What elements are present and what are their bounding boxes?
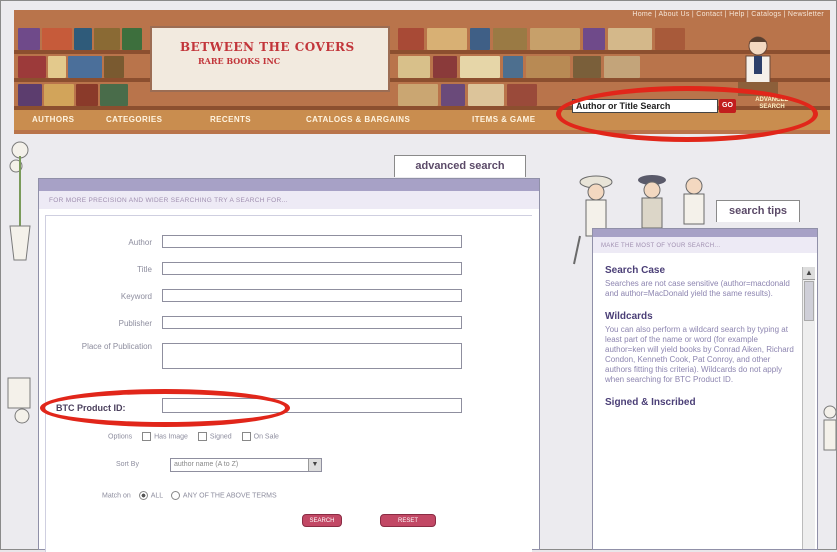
has-image-checkbox[interactable] — [142, 432, 152, 441]
publisher-label: Publisher — [118, 319, 152, 328]
publisher-field[interactable] — [162, 316, 462, 329]
panel-header-bar — [39, 179, 539, 191]
match-label: Match on — [102, 492, 131, 500]
tip-title-signed: Signed & Inscribed — [605, 397, 696, 408]
reading-figure-illustration — [7, 377, 31, 424]
nav-categories[interactable]: CATEGORIES — [106, 115, 162, 124]
options-label: Options — [108, 433, 133, 441]
panel-intro: FOR MORE PRECISION AND WIDER SEARCHING T… — [39, 191, 539, 209]
has-image-label: Has Image — [154, 433, 188, 441]
scroll-up-icon[interactable]: ▲ — [803, 267, 815, 280]
search-button[interactable]: SEARCH — [302, 514, 342, 527]
logo-subtitle: RARE BOOKS INC — [198, 56, 281, 66]
keyword-field[interactable] — [162, 289, 462, 302]
sort-by-label: Sort By — [116, 461, 139, 468]
tip-title-wildcards: Wildcards — [605, 311, 653, 322]
author-field[interactable] — [162, 235, 462, 248]
reset-button[interactable]: RESET — [380, 514, 436, 527]
match-all-radio[interactable] — [138, 491, 148, 500]
tip-text-search-case: Searches are not case sensitive (author=… — [605, 279, 790, 298]
tips-header-bar — [593, 229, 817, 237]
keyword-label: Keyword — [120, 292, 152, 301]
sort-by-select[interactable]: author name (A to Z) ▼ — [170, 458, 322, 472]
logo-title: BETWEEN THE COVERS — [180, 40, 355, 54]
place-of-publication-label: Place of Publication — [81, 342, 152, 351]
highlight-oval-search — [556, 86, 818, 142]
nav-items[interactable]: ITEMS & GAME — [472, 115, 535, 124]
title-field[interactable] — [162, 262, 462, 275]
search-tips-panel: MAKE THE MOST OF YOUR SEARCH... Search C… — [592, 228, 818, 550]
match-row: Match on ALL ANY OF THE ABOVE TERMS — [102, 491, 277, 500]
nav-recents[interactable]: RECENTS — [210, 115, 251, 124]
nav-catalogs[interactable]: CATALOGS & BARGAINS — [306, 115, 410, 124]
tip-text-wildcards: You can also perform a wildcard search b… — [605, 325, 794, 384]
top-links[interactable]: Home | About Us | Contact | Help | Catal… — [632, 11, 824, 18]
on-sale-label: On Sale — [253, 433, 279, 441]
edge-figure-illustration — [823, 405, 836, 451]
tips-scrollbar[interactable]: ▲ — [802, 267, 815, 549]
tips-content: Search Case Searches are not case sensit… — [601, 259, 795, 551]
author-label: Author — [128, 238, 152, 247]
on-sale-checkbox[interactable] — [241, 432, 251, 441]
options-row: Options Has Image Signed On Sale — [108, 432, 279, 441]
tab-search-tips[interactable]: search tips — [716, 200, 800, 222]
match-all-label: ALL — [150, 492, 163, 500]
highlight-oval-product-id — [40, 389, 290, 427]
signed-checkbox[interactable] — [197, 432, 207, 441]
sort-by-value: author name (A to Z) — [174, 461, 239, 468]
match-any-label: ANY OF THE ABOVE TERMS — [182, 492, 277, 500]
flower-plant-illustration — [9, 141, 31, 261]
site-logo[interactable]: BETWEEN THE COVERS RARE BOOKS INC — [150, 26, 390, 92]
tips-intro: MAKE THE MOST OF YOUR SEARCH... — [593, 237, 817, 253]
title-label: Title — [137, 265, 152, 274]
tip-title-search-case: Search Case — [605, 265, 666, 276]
tab-advanced-search[interactable]: advanced search — [394, 155, 526, 177]
place-of-publication-field[interactable] — [162, 343, 462, 369]
signed-label: Signed — [209, 433, 232, 441]
nav-authors[interactable]: AUTHORS — [32, 115, 74, 124]
scroll-thumb[interactable] — [804, 281, 814, 321]
match-any-radio[interactable] — [170, 491, 180, 500]
chevron-down-icon[interactable]: ▼ — [308, 459, 321, 471]
